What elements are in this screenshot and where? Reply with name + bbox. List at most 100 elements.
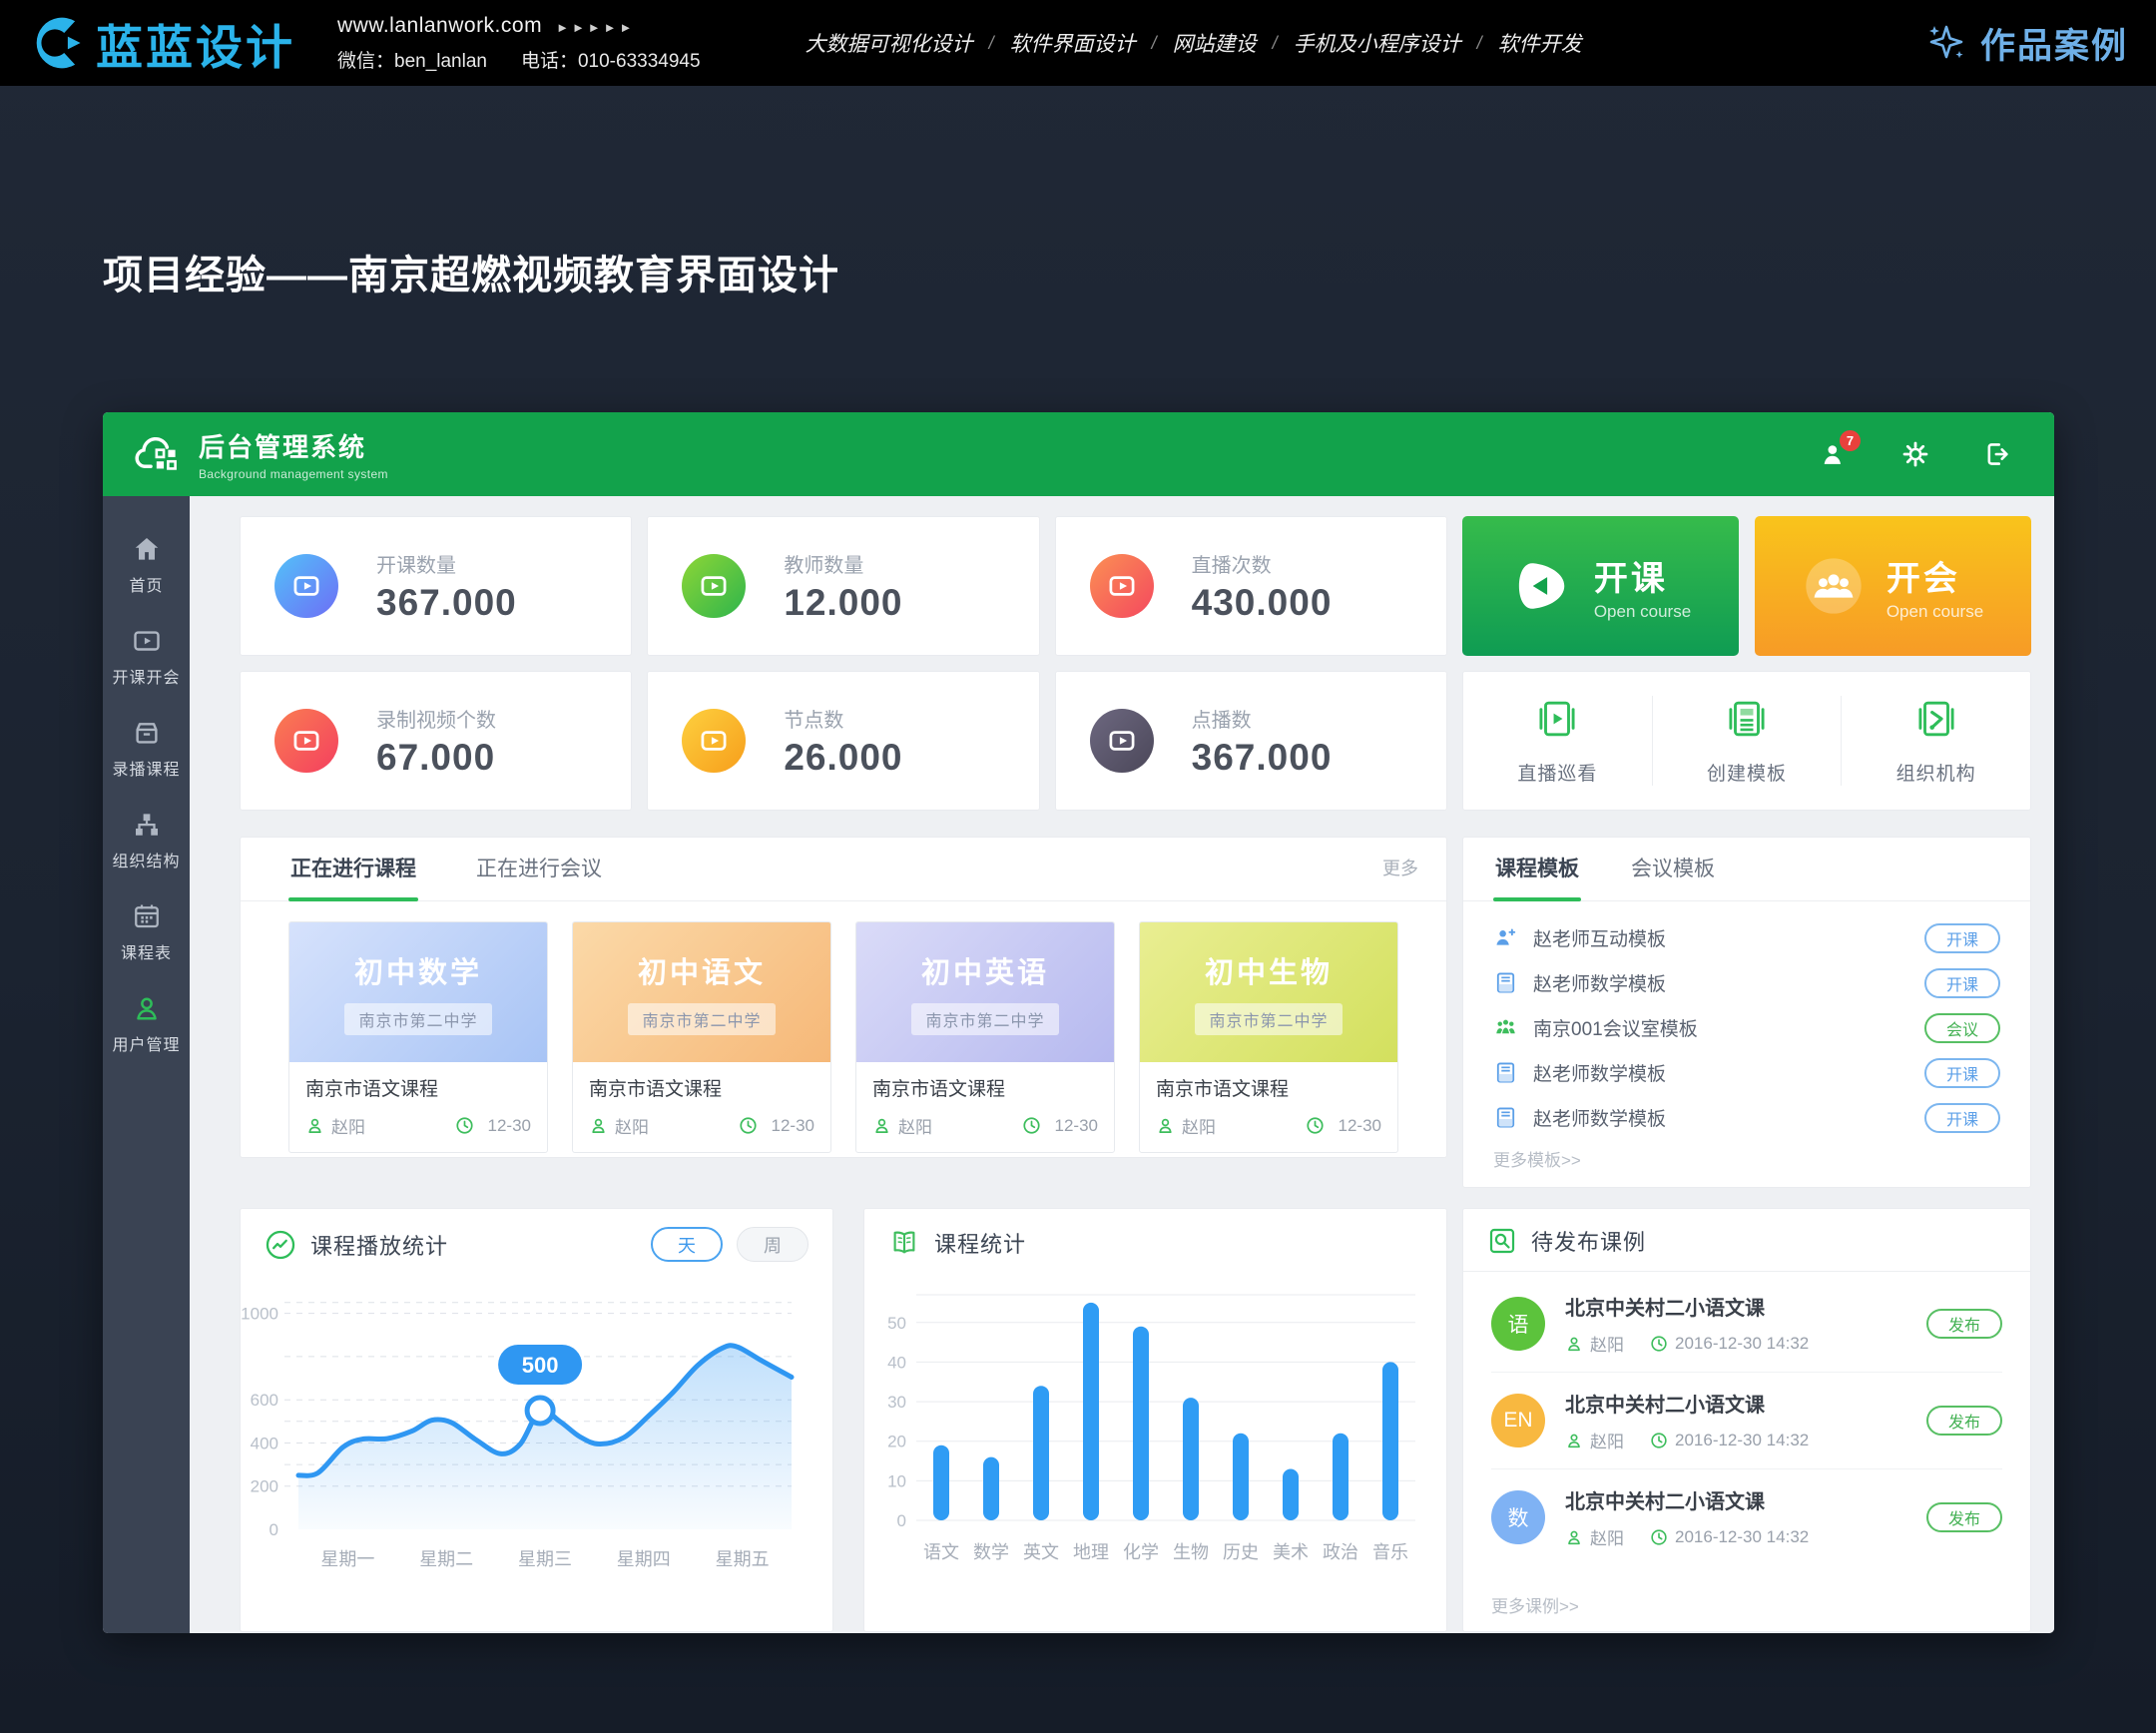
course-title: 南京市语文课程 xyxy=(589,1074,814,1101)
stat-card-5: 点播数 367.000 xyxy=(1055,671,1447,811)
more-templates-link[interactable]: 更多模板>> xyxy=(1493,1146,1581,1171)
logo-text: 蓝蓝设计 xyxy=(96,9,295,78)
tab-meeting-templates[interactable]: 会议模板 xyxy=(1629,837,1717,900)
quick-action-0[interactable]: 直播巡看 xyxy=(1463,696,1652,786)
courses-panel: 正在进行课程 正在进行会议 更多 初中数学 南京市第二中学 南京市语文课程 赵阳… xyxy=(240,837,1447,1158)
stat-card-0: 开课数量 367.000 xyxy=(240,516,632,656)
action-button-open-course[interactable]: 开课Open course xyxy=(1462,516,1739,656)
stat-label: 直播次数 xyxy=(1192,549,1333,578)
svg-text:星期一: 星期一 xyxy=(320,1549,374,1569)
sidebar-item-5[interactable]: 用户管理 xyxy=(103,979,190,1071)
pending-time: 2016-12-30 14:32 xyxy=(1675,1431,1809,1450)
quick-action-1[interactable]: 创建模板 xyxy=(1652,696,1842,786)
portfolio-link[interactable]: 作品案例 xyxy=(1924,18,2128,69)
play-stats-panel: 课程播放统计 天 周 10006004002000星期一星期二星期三星期四星期五… xyxy=(240,1208,833,1632)
person-icon xyxy=(1565,1528,1590,1546)
svg-text:音乐: 音乐 xyxy=(1372,1542,1408,1562)
person-icon xyxy=(589,1116,615,1135)
nav-item-4[interactable]: 软件开发 xyxy=(1498,28,1582,58)
subject-avatar: 语 xyxy=(1491,1297,1545,1351)
sidebar-item-1[interactable]: 开课开会 xyxy=(103,612,190,704)
publish-button[interactable]: 发布 xyxy=(1926,1406,2002,1436)
templates-panel: 课程模板 会议模板 赵老师互动模板 开课 赵老师数学模板 开课 南京001会议室… xyxy=(1462,837,2031,1188)
svg-text:400: 400 xyxy=(251,1435,278,1453)
sidebar-item-2[interactable]: 录播课程 xyxy=(103,704,190,796)
more-pending-link[interactable]: 更多课例>> xyxy=(1491,1592,1579,1617)
play-pick-icon xyxy=(1510,555,1572,617)
site-topbar: 蓝蓝设计 www.lanlanwork.com►►►►► 微信：ben_lanl… xyxy=(0,0,2156,86)
person-icon xyxy=(1565,1432,1590,1449)
user-notifications-button[interactable]: 7 xyxy=(1819,439,1849,469)
tab-ongoing-courses[interactable]: 正在进行课程 xyxy=(288,837,418,900)
logout-icon xyxy=(1983,440,2011,468)
action-subtitle: Open course xyxy=(1886,602,1983,622)
course-card-3[interactable]: 初中生物 南京市第二中学 南京市语文课程 赵阳 12-30 xyxy=(1139,921,1398,1153)
book-icon xyxy=(888,1227,920,1259)
nav-item-3[interactable]: 手机及小程序设计 xyxy=(1294,28,1461,58)
play-badge-icon xyxy=(274,709,338,773)
sidebar-item-label: 首页 xyxy=(129,572,163,596)
template-action-button[interactable]: 开课 xyxy=(1924,1058,2000,1088)
template-action-button[interactable]: 开课 xyxy=(1924,1103,2000,1133)
template-action-button[interactable]: 开课 xyxy=(1924,923,2000,953)
course-school-badge: 南京市第二中学 xyxy=(628,1003,775,1035)
stat-card-2: 直播次数 430.000 xyxy=(1055,516,1447,656)
course-card-2[interactable]: 初中英语 南京市第二中学 南京市语文课程 赵阳 12-30 xyxy=(855,921,1115,1153)
svg-text:30: 30 xyxy=(887,1393,906,1412)
sidebar-item-label: 录播课程 xyxy=(112,756,180,780)
stat-value: 67.000 xyxy=(376,737,496,779)
subject-avatar: 数 xyxy=(1491,1490,1545,1544)
course-card-1[interactable]: 初中语文 南京市第二中学 南京市语文课程 赵阳 12-30 xyxy=(572,921,831,1153)
course-cover: 初中数学 南京市第二中学 xyxy=(289,922,547,1062)
tab-course-templates[interactable]: 课程模板 xyxy=(1493,837,1581,900)
svg-text:地理: 地理 xyxy=(1073,1542,1109,1562)
contact-block: www.lanlanwork.com►►►►► 微信：ben_lanlan 电话… xyxy=(337,14,701,73)
publish-button[interactable]: 发布 xyxy=(1926,1502,2002,1532)
course-title: 南京市语文课程 xyxy=(305,1074,531,1101)
template-action-button[interactable]: 会议 xyxy=(1924,1013,2000,1043)
sidebar-item-3[interactable]: 组织结构 xyxy=(103,796,190,887)
nav-item-0[interactable]: 大数据可视化设计 xyxy=(806,28,973,58)
svg-text:历史: 历史 xyxy=(1223,1542,1259,1562)
course-cover: 初中语文 南京市第二中学 xyxy=(573,922,830,1062)
tab-ongoing-meetings[interactable]: 正在进行会议 xyxy=(474,837,604,900)
pending-list: 语 北京中关村二小语文课 赵阳 2016-12-30 14:32 发布 EN 北… xyxy=(1463,1272,2030,1565)
action-title: 开会 xyxy=(1886,551,1983,600)
course-time: 12-30 xyxy=(1339,1116,1381,1136)
quick-action-label: 直播巡看 xyxy=(1517,759,1597,786)
action-button-open-meeting[interactable]: 开会Open course xyxy=(1755,516,2031,656)
nav-item-1[interactable]: 软件界面设计 xyxy=(1010,28,1136,58)
sidebar-item-4[interactable]: 课程表 xyxy=(103,887,190,979)
qa-org-icon xyxy=(1913,696,1959,747)
toggle-day[interactable]: 天 xyxy=(651,1227,723,1262)
website-link[interactable]: www.lanlanwork.com xyxy=(337,14,542,37)
play-badge-icon xyxy=(682,554,746,618)
meeting-icon xyxy=(1493,1015,1518,1040)
templates-tabbar: 课程模板 会议模板 xyxy=(1463,838,2030,901)
nav-item-2[interactable]: 网站建设 xyxy=(1173,28,1257,58)
qa-doc-icon xyxy=(1724,696,1770,747)
group-icon xyxy=(1803,555,1865,617)
publish-button[interactable]: 发布 xyxy=(1926,1309,2002,1339)
pending-teacher: 赵阳 xyxy=(1590,1428,1624,1452)
svg-text:星期五: 星期五 xyxy=(716,1549,770,1569)
stat-value: 26.000 xyxy=(784,737,902,779)
settings-button[interactable] xyxy=(1900,439,1930,469)
quick-action-2[interactable]: 组织机构 xyxy=(1841,696,2030,786)
pending-title-text: 北京中关村二小语文课 xyxy=(1565,1292,1809,1321)
calendar-icon xyxy=(132,901,162,931)
svg-text:20: 20 xyxy=(887,1433,906,1451)
play-badge-icon xyxy=(1090,709,1154,773)
sidebar-item-0[interactable]: 首页 xyxy=(103,520,190,612)
logout-button[interactable] xyxy=(1982,439,2012,469)
course-card-0[interactable]: 初中数学 南京市第二中学 南京市语文课程 赵阳 12-30 xyxy=(288,921,548,1153)
nav-separator: / xyxy=(1477,33,1482,54)
toggle-week[interactable]: 周 xyxy=(737,1227,808,1262)
course-cover: 初中英语 南京市第二中学 xyxy=(856,922,1114,1062)
courses-more-link[interactable]: 更多 xyxy=(1382,855,1418,880)
template-action-button[interactable]: 开课 xyxy=(1924,968,2000,998)
lanlan-logo-icon xyxy=(28,14,86,72)
svg-text:星期二: 星期二 xyxy=(419,1549,473,1569)
sidebar-item-label: 开课开会 xyxy=(112,664,180,688)
course-teacher: 赵阳 xyxy=(1182,1113,1216,1138)
